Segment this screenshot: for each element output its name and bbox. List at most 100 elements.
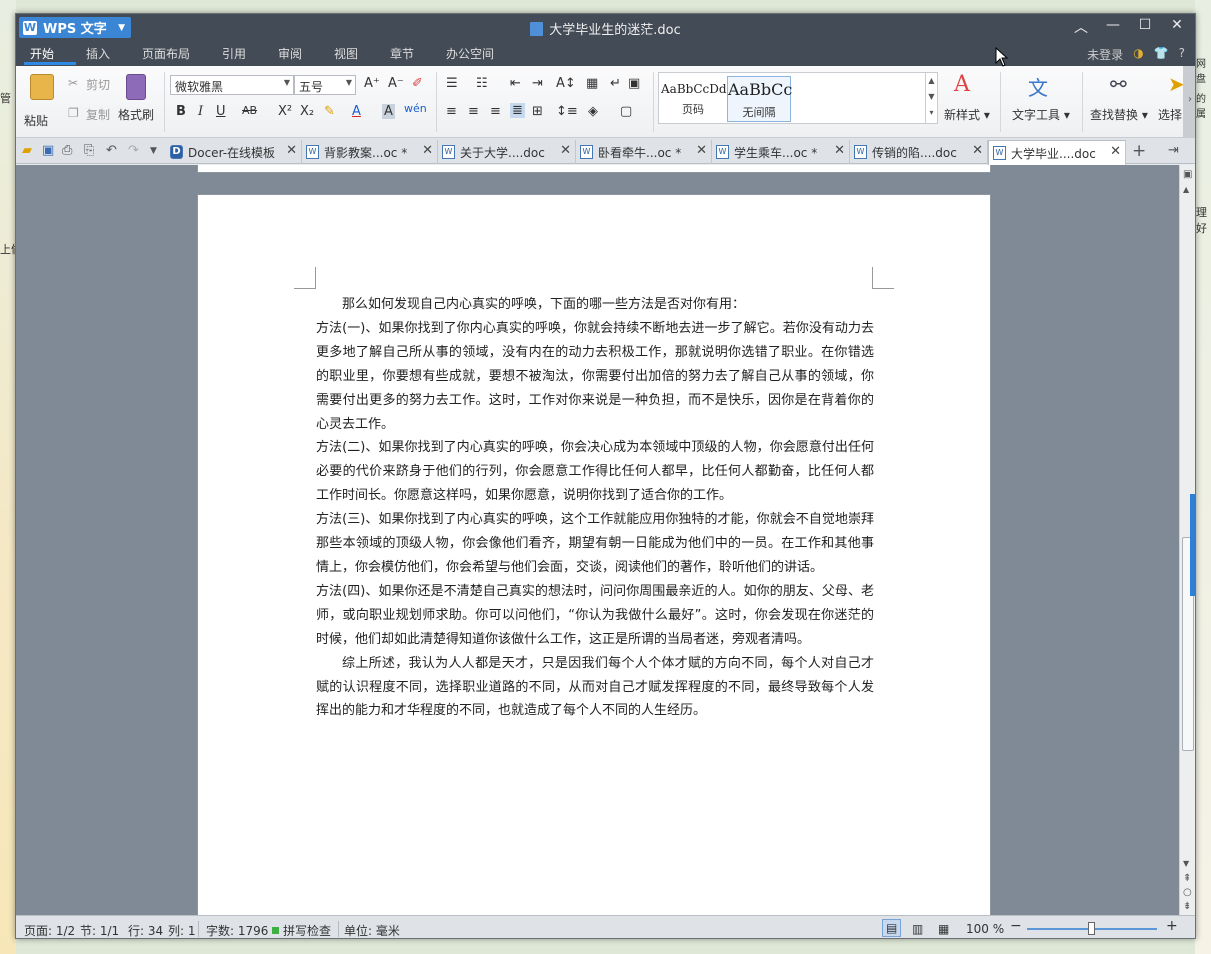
spell-check-toggle[interactable]: 拼写检查 xyxy=(272,922,331,938)
line-spacing-icon[interactable]: ↕≡ xyxy=(556,104,578,119)
character-shading-icon[interactable]: A xyxy=(382,104,395,119)
numbered-list-icon[interactable]: ☷ xyxy=(476,76,488,91)
minimize-icon[interactable]: — xyxy=(1103,17,1123,37)
navigation-pane-toggle[interactable] xyxy=(1190,494,1195,596)
style-no-spacing[interactable]: AaBbCc 无间隔 xyxy=(727,76,792,122)
grow-font-icon[interactable]: A⁺ xyxy=(364,76,380,91)
doc-tab[interactable]: W 学生乘车...oc * ✕ xyxy=(712,140,850,164)
format-painter-button[interactable]: 格式刷 xyxy=(118,106,154,123)
zoom-slider-handle[interactable] xyxy=(1088,922,1095,935)
close-icon[interactable]: ✕ xyxy=(1110,144,1121,159)
print-icon[interactable]: ⎙ xyxy=(62,143,72,158)
text-tools-button[interactable]: 文字工具 ▾ xyxy=(1012,106,1070,123)
page-view-icon[interactable]: ▤ xyxy=(882,919,902,937)
undo-icon[interactable]: ↶ xyxy=(106,143,117,158)
scroll-down-icon[interactable]: ▼ xyxy=(1183,859,1189,868)
redo-icon[interactable]: ↷ xyxy=(128,143,139,158)
style-page-number[interactable]: AaBbCcDd 页码 xyxy=(661,76,727,122)
shading-icon[interactable]: ◈ xyxy=(588,104,598,119)
copy-button[interactable]: 复制 xyxy=(86,106,110,123)
align-right-icon[interactable]: ≡ xyxy=(490,104,501,119)
close-icon[interactable]: ✕ xyxy=(422,143,433,158)
zoom-out-icon[interactable]: − xyxy=(1010,918,1022,934)
doc-tab[interactable]: D Docer-在线模板 ✕ xyxy=(166,140,302,164)
tab-office-space[interactable]: 办公空间 xyxy=(446,45,494,62)
select-button[interactable]: 选择 xyxy=(1158,106,1182,123)
scroll-up-icon[interactable]: ▲ xyxy=(1183,185,1189,194)
word-count[interactable]: 字数: 1796 xyxy=(206,922,268,938)
tab-chapter[interactable]: 章节 xyxy=(390,45,414,62)
font-name-select[interactable]: 微软雅黑 ▼ xyxy=(170,75,294,95)
tab-home[interactable]: 开始 xyxy=(30,45,54,62)
italic-icon[interactable]: I xyxy=(198,104,203,119)
zoom-level[interactable]: 100 % xyxy=(966,922,1004,936)
highlight-icon[interactable]: ✎ xyxy=(324,104,335,119)
clear-format-icon[interactable]: ✐ xyxy=(412,76,423,91)
borders-icon[interactable]: ▢ xyxy=(620,104,632,119)
doc-tab[interactable]: W 关于大学....doc ✕ xyxy=(438,140,576,164)
strikethrough-icon[interactable]: AB xyxy=(242,104,257,117)
font-color-icon[interactable]: A xyxy=(352,104,361,119)
help-button[interactable]: ? xyxy=(1179,46,1185,63)
login-link[interactable]: 未登录 xyxy=(1087,46,1123,63)
ribbon-scroll-right[interactable]: › xyxy=(1183,66,1195,137)
format-painter-icon[interactable] xyxy=(126,74,146,100)
close-icon[interactable]: ✕ xyxy=(696,143,707,158)
tab-view[interactable]: 视图 xyxy=(334,45,358,62)
doc-tab[interactable]: W 传销的陷....doc ✕ xyxy=(850,140,988,164)
maximize-icon[interactable]: ☐ xyxy=(1135,17,1155,37)
superscript-icon[interactable]: X² xyxy=(278,104,292,119)
doc-tab[interactable]: W 背影教案...oc * ✕ xyxy=(302,140,438,164)
cut-button[interactable]: 剪切 xyxy=(86,76,110,93)
tab-page-layout[interactable]: 页面布局 xyxy=(142,45,190,62)
new-tab-icon[interactable]: + xyxy=(1132,141,1146,161)
justify-icon[interactable]: ≣ xyxy=(510,103,525,118)
close-icon[interactable]: ✕ xyxy=(286,143,297,158)
subscript-icon[interactable]: X₂ xyxy=(300,104,314,119)
table-icon[interactable]: ▦ xyxy=(586,76,598,91)
page-indicator[interactable]: 页面: 1/2 xyxy=(24,922,75,938)
open-folder-icon[interactable]: ▰ xyxy=(22,143,32,158)
bold-icon[interactable]: B xyxy=(176,104,186,119)
text-direction-icon[interactable]: A↕ xyxy=(556,76,576,91)
phonetic-guide-icon[interactable]: wén xyxy=(404,102,427,115)
binoculars-icon[interactable]: ⚯ xyxy=(1110,72,1134,98)
increase-indent-icon[interactable]: ⇥ xyxy=(532,76,543,91)
document-page[interactable]: 那么如何发现自己内心真实的呼唤，下面的哪一些方法是否对你有用： 方法(一)、如果… xyxy=(197,194,991,915)
underline-icon[interactable]: U xyxy=(216,104,226,119)
align-left-icon[interactable]: ≡ xyxy=(446,104,457,119)
new-style-icon[interactable]: A xyxy=(954,72,978,98)
save-icon[interactable]: ▣ xyxy=(42,143,54,158)
paste-icon[interactable] xyxy=(30,74,54,100)
close-icon[interactable]: ✕ xyxy=(1167,17,1187,37)
shrink-font-icon[interactable]: A⁻ xyxy=(388,76,404,91)
web-view-icon[interactable]: ▦ xyxy=(938,922,949,936)
cut-icon[interactable]: ✂ xyxy=(68,76,78,90)
print-preview-icon[interactable]: ⎘ xyxy=(84,143,94,158)
new-style-button[interactable]: 新样式 ▾ xyxy=(944,106,990,123)
document-body[interactable]: 那么如何发现自己内心真实的呼唤，下面的哪一些方法是否对你有用： 方法(一)、如果… xyxy=(316,293,874,723)
copy-icon[interactable]: ❐ xyxy=(68,106,79,120)
show-hide-icon[interactable]: ▣ xyxy=(628,76,640,91)
close-icon[interactable]: ✕ xyxy=(972,143,983,158)
close-icon[interactable]: ✕ xyxy=(834,143,845,158)
shirt-icon[interactable]: 👕 xyxy=(1154,46,1169,63)
page-nav-icon[interactable]: ▣ xyxy=(1183,169,1192,180)
distributed-align-icon[interactable]: ⊞ xyxy=(532,104,543,119)
zoom-in-icon[interactable]: + xyxy=(1166,918,1178,934)
doc-tab[interactable]: W 卧看牵牛...oc * ✕ xyxy=(576,140,712,164)
paragraph-mark-icon[interactable]: ↵ xyxy=(610,76,621,91)
paste-button[interactable]: 粘贴 xyxy=(24,112,48,129)
font-size-select[interactable]: 五号 ▼ xyxy=(294,75,356,95)
find-replace-button[interactable]: 查找替换 ▾ xyxy=(1090,106,1148,123)
outline-view-icon[interactable]: ▥ xyxy=(912,922,923,936)
tab-review[interactable]: 审阅 xyxy=(278,45,302,62)
decrease-indent-icon[interactable]: ⇤ xyxy=(510,76,521,91)
text-tools-icon[interactable]: 文 xyxy=(1028,72,1052,100)
tab-references[interactable]: 引用 xyxy=(222,45,246,62)
align-center-icon[interactable]: ≡ xyxy=(468,104,479,119)
close-icon[interactable]: ✕ xyxy=(560,143,571,158)
bullet-list-icon[interactable]: ☰ xyxy=(446,76,458,91)
tab-insert[interactable]: 插入 xyxy=(86,45,110,62)
skin-icon[interactable]: ◑ xyxy=(1133,46,1143,63)
